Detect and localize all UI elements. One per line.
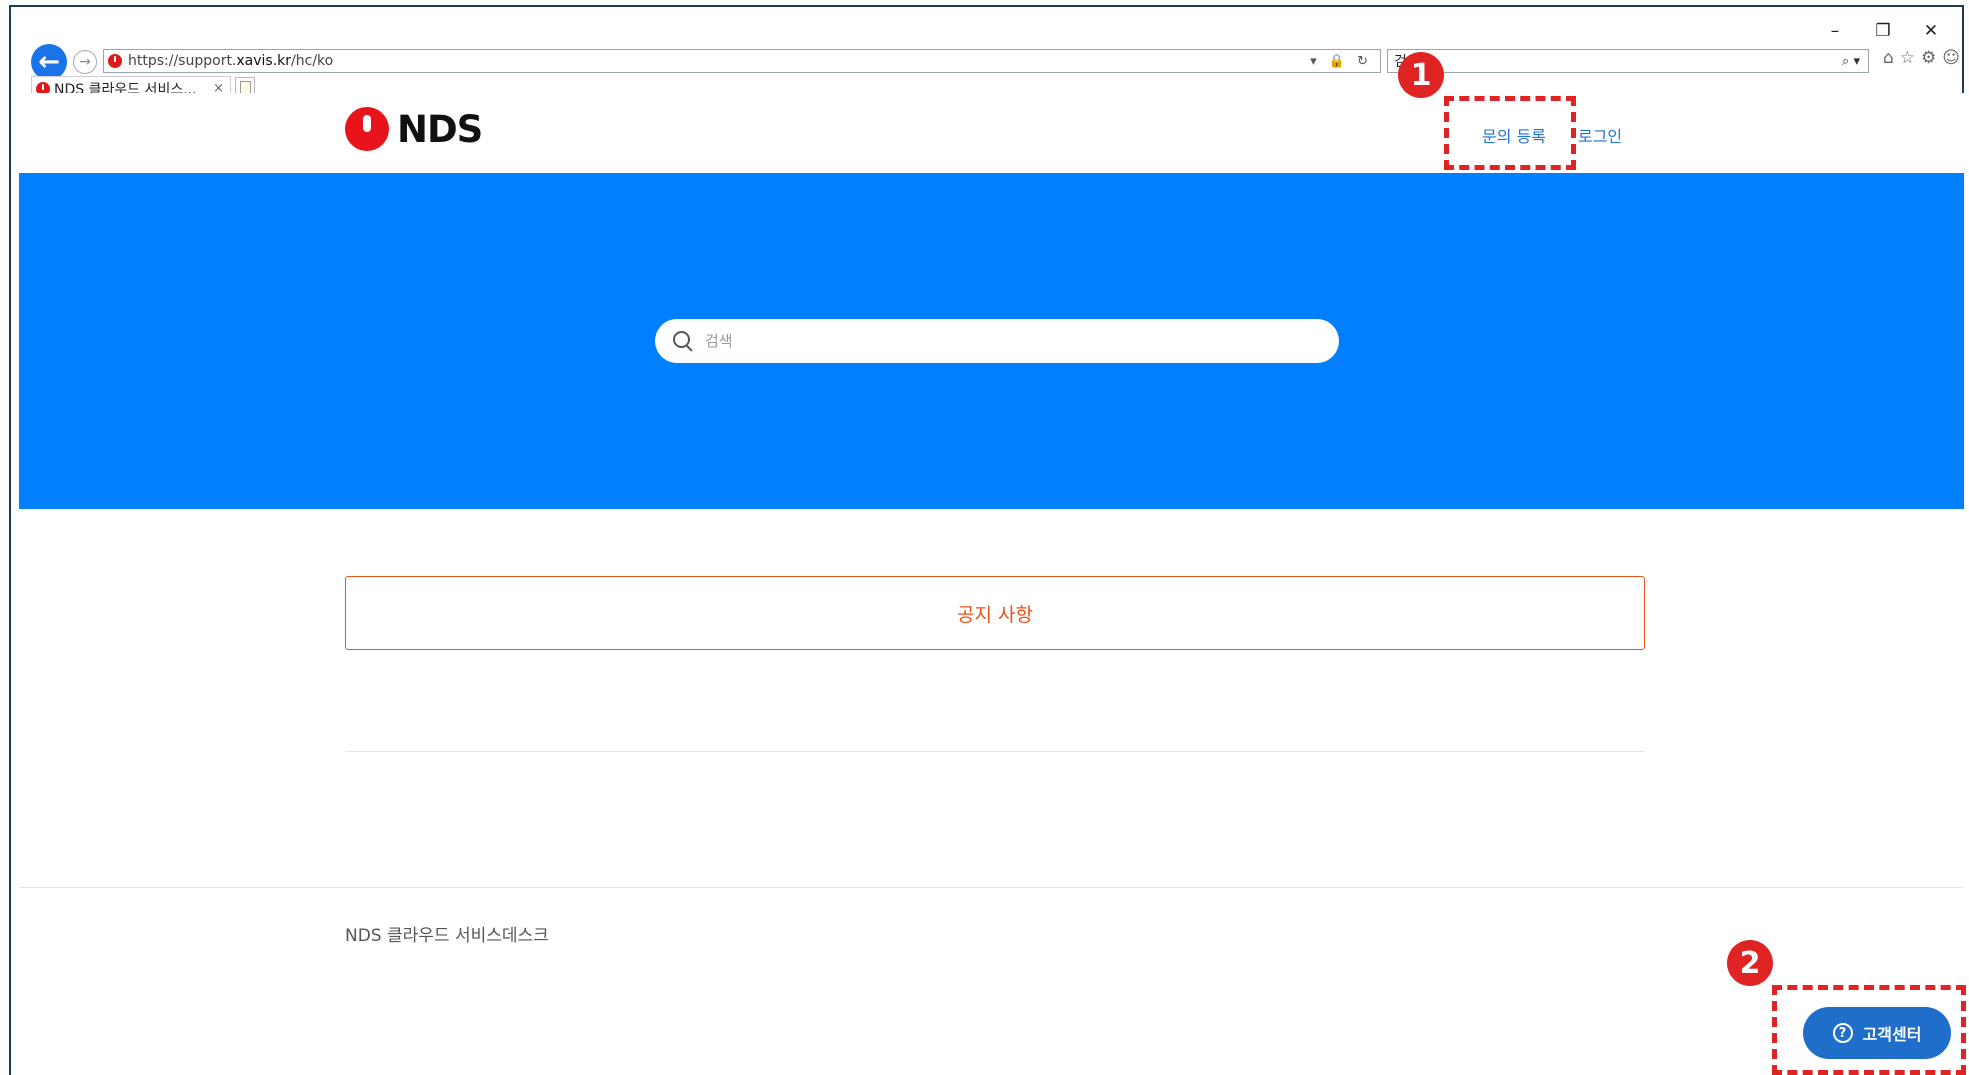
- nds-logo-mark-icon: [345, 107, 389, 151]
- notice-category-button[interactable]: 공지 사항: [345, 576, 1645, 650]
- minimize-icon[interactable]: –: [1826, 21, 1844, 41]
- annotation-highlight-1: [1444, 96, 1576, 170]
- back-button[interactable]: ←: [31, 44, 67, 80]
- help-center-search[interactable]: [655, 319, 1339, 363]
- browser-search-box[interactable]: 검색 ⌕ ▾: [1387, 49, 1869, 73]
- browser-toolbar: ⌂ ☆ ⚙ ☺: [1883, 48, 1960, 68]
- settings-gear-icon[interactable]: ⚙: [1921, 48, 1936, 68]
- search-magnifier-icon[interactable]: ⌕ ▾: [1842, 54, 1860, 69]
- search-icon: [671, 329, 695, 353]
- nds-logo[interactable]: NDS: [345, 107, 483, 151]
- window-controls: – ❐ ✕: [1826, 21, 1940, 41]
- logo-text: NDS: [397, 107, 483, 151]
- restore-icon[interactable]: ❐: [1874, 21, 1892, 41]
- annotation-badge-1: 1: [1398, 52, 1444, 98]
- content-divider: [345, 751, 1645, 752]
- url-text[interactable]: https://support.xavis.kr/hc/ko: [128, 53, 333, 69]
- footer-divider: [19, 887, 1964, 888]
- site-favicon-icon: [108, 54, 122, 68]
- login-link[interactable]: 로그인: [1578, 123, 1622, 147]
- smiley-feedback-icon[interactable]: ☺: [1942, 48, 1960, 68]
- close-icon[interactable]: ✕: [1922, 21, 1940, 41]
- arrow-left-icon: ←: [38, 47, 60, 77]
- forward-button[interactable]: →: [73, 50, 97, 74]
- search-input[interactable]: [703, 331, 1307, 351]
- hero-banner: [19, 173, 1964, 509]
- home-icon[interactable]: ⌂: [1883, 48, 1894, 68]
- annotation-highlight-2: [1772, 985, 1966, 1075]
- favorites-star-icon[interactable]: ☆: [1900, 48, 1915, 68]
- web-page: NDS 문의 등록 로그인 공지 사항 NDS 클라우드 서비스데스크 ? 고객…: [19, 93, 1964, 1073]
- annotation-badge-2: 2: [1727, 940, 1773, 986]
- arrow-right-icon: →: [79, 54, 91, 70]
- footer-site-name[interactable]: NDS 클라우드 서비스데스크: [345, 921, 549, 946]
- address-bar[interactable]: https://support.xavis.kr/hc/ko ▾ 🔒 ↻: [103, 49, 1381, 73]
- address-bar-controls[interactable]: ▾ 🔒 ↻: [1310, 54, 1372, 69]
